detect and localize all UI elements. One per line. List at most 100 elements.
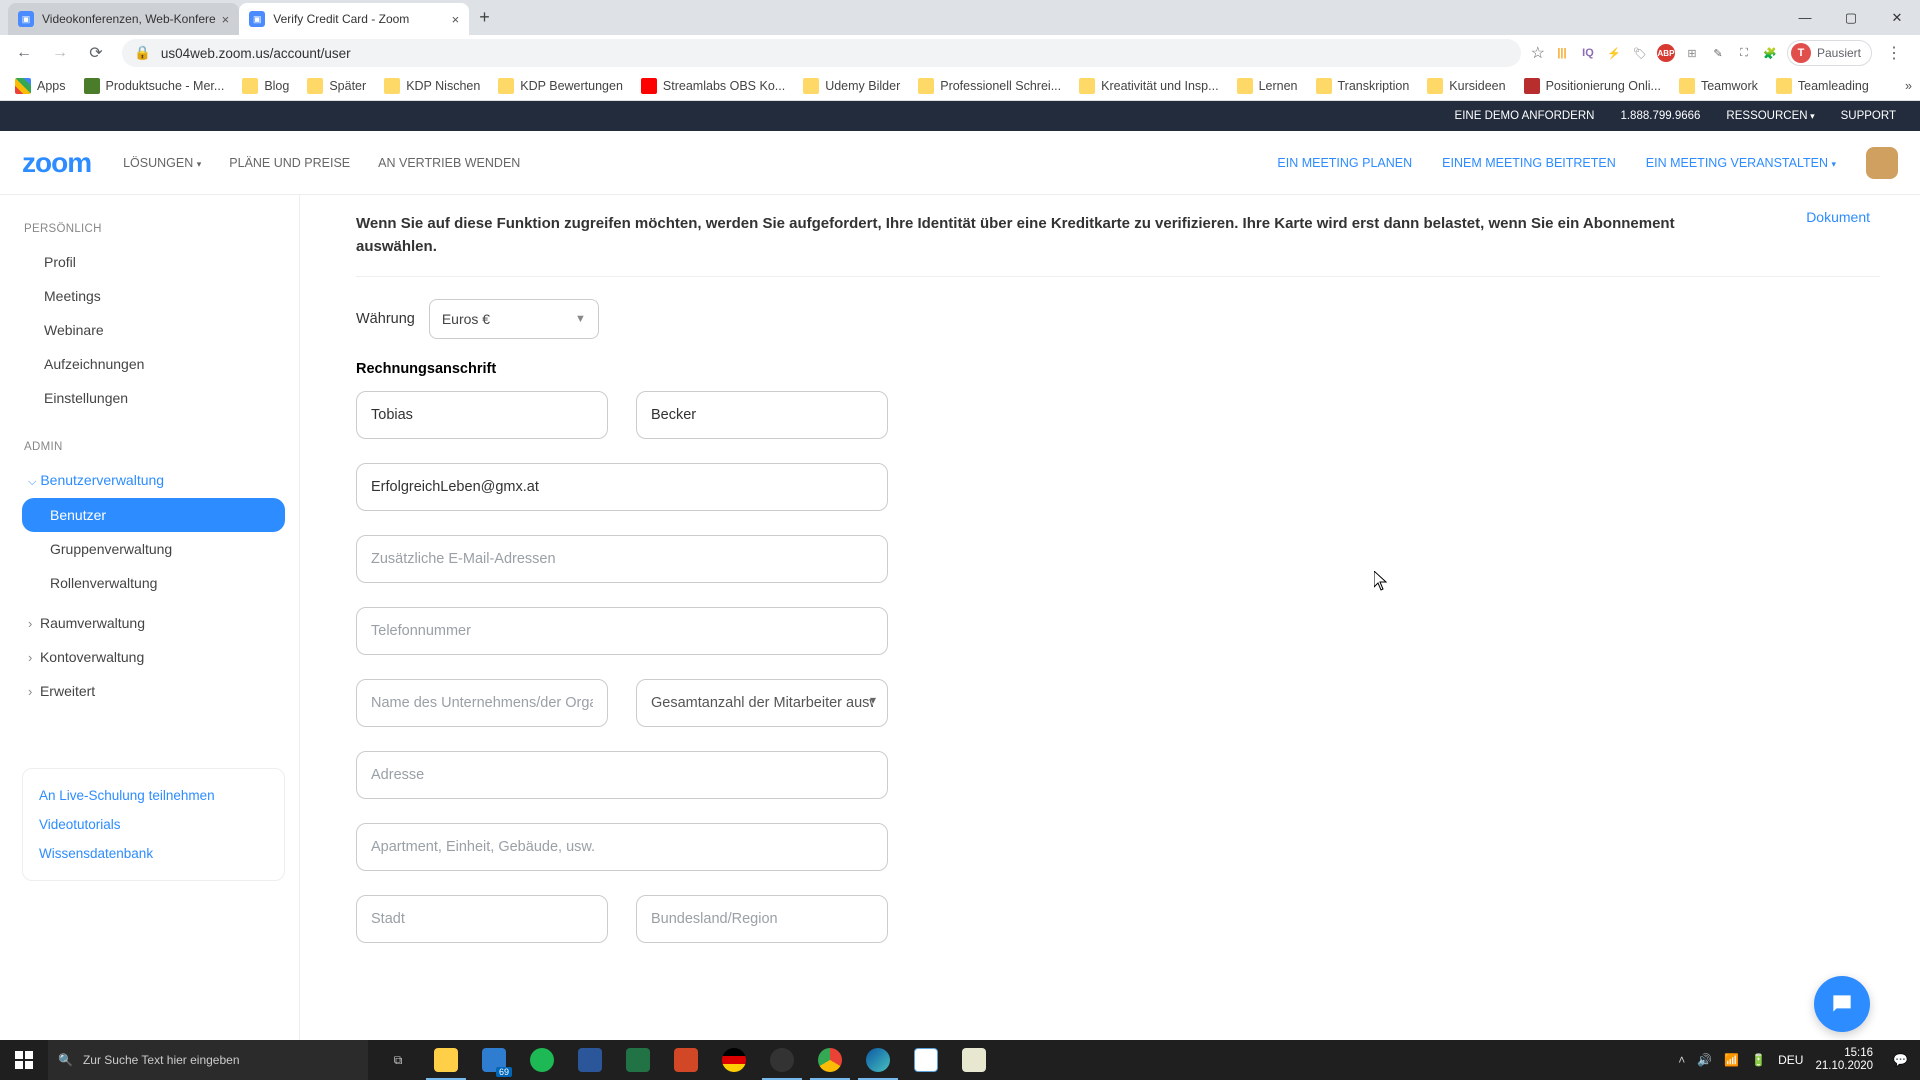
nav-host[interactable]: EIN MEETING VERANSTALTEN ▾ (1646, 156, 1836, 170)
taskbar-search[interactable]: 🔍 Zur Suche Text hier eingeben (48, 1040, 368, 1080)
taskbar-app-explorer[interactable] (422, 1040, 470, 1080)
close-icon[interactable]: × (222, 12, 230, 27)
last-name-input[interactable] (636, 391, 888, 439)
new-tab-button[interactable]: + (469, 7, 500, 28)
taskbar-app-obs[interactable] (758, 1040, 806, 1080)
ext-abp-icon[interactable]: ABP (1657, 44, 1675, 62)
close-icon[interactable]: × (452, 12, 460, 27)
taskbar-app-edge[interactable] (854, 1040, 902, 1080)
bookmark[interactable]: Professionell Schrei... (911, 78, 1068, 94)
taskbar-app-powerpoint[interactable] (662, 1040, 710, 1080)
support-link[interactable]: SUPPORT (1841, 110, 1896, 122)
bookmark[interactable]: Transkription (1309, 78, 1417, 94)
phone-link[interactable]: 1.888.799.9666 (1620, 110, 1700, 122)
taskbar-clock[interactable]: 15:16 21.10.2020 (1815, 1047, 1881, 1073)
document-link[interactable]: Dokument (1806, 209, 1870, 225)
ext-icon[interactable]: ⚡ (1605, 44, 1623, 62)
sidebar-item-user-management[interactable]: Benutzerverwaltung (22, 463, 285, 498)
tray-language[interactable]: DEU (1778, 1053, 1803, 1067)
tray-notifications-icon[interactable]: 💬 (1893, 1053, 1914, 1067)
window-minimize[interactable]: — (1782, 2, 1828, 34)
bookmark[interactable]: KDP Nischen (377, 78, 487, 94)
bookmark[interactable]: KDP Bewertungen (491, 78, 630, 94)
sidebar-item-settings[interactable]: Einstellungen (22, 381, 285, 415)
taskbar-app-chrome[interactable] (806, 1040, 854, 1080)
sidebar-item-groups[interactable]: Gruppenverwaltung (22, 532, 285, 566)
sidebar-link-videos[interactable]: Videotutorials (39, 810, 268, 839)
region-input[interactable] (636, 895, 888, 943)
bookmark[interactable]: Blog (235, 78, 296, 94)
resources-dropdown[interactable]: RESSOURCEN (1726, 110, 1814, 122)
task-view-button[interactable]: ⧉ (374, 1040, 422, 1080)
tray-battery-icon[interactable]: 🔋 (1751, 1053, 1766, 1067)
browser-tab-active[interactable]: ▣ Verify Credit Card - Zoom × (239, 3, 469, 35)
apartment-input[interactable] (356, 823, 888, 871)
nav-solutions[interactable]: LÖSUNGEN ▾ (123, 156, 201, 170)
sidebar-item-recordings[interactable]: Aufzeichnungen (22, 347, 285, 381)
bookmark-apps[interactable]: Apps (8, 78, 73, 94)
email-input[interactable] (356, 463, 888, 511)
address-input[interactable] (356, 751, 888, 799)
taskbar-app-notepad[interactable] (902, 1040, 950, 1080)
profile-badge[interactable]: T Pausiert (1787, 40, 1872, 66)
nav-plans[interactable]: PLÄNE UND PREISE (229, 156, 350, 170)
bookmarks-overflow[interactable]: » (1905, 79, 1912, 93)
sidebar-item-account[interactable]: Kontoverwaltung (22, 640, 285, 674)
taskbar-app[interactable] (950, 1040, 998, 1080)
nav-schedule[interactable]: EIN MEETING PLANEN (1277, 156, 1412, 170)
sidebar-item-profile[interactable]: Profil (22, 245, 285, 279)
taskbar-app-word[interactable] (566, 1040, 614, 1080)
star-icon[interactable]: ☆ (1531, 43, 1545, 63)
extra-email-input[interactable] (356, 535, 888, 583)
bookmark[interactable]: Produktsuche - Mer... (77, 78, 232, 94)
nav-sales[interactable]: AN VERTRIEB WENDEN (378, 156, 520, 170)
demo-link[interactable]: EINE DEMO ANFORDERN (1455, 110, 1595, 122)
bookmark[interactable]: Kreativität und Insp... (1072, 78, 1225, 94)
company-input[interactable] (356, 679, 608, 727)
sidebar-item-webinars[interactable]: Webinare (22, 313, 285, 347)
taskbar-app-mail[interactable]: 69 (470, 1040, 518, 1080)
bookmark[interactable]: Teamleading (1769, 78, 1876, 94)
ext-icon[interactable]: ⛶ (1735, 44, 1753, 62)
bookmark[interactable]: Später (300, 78, 373, 94)
extensions-icon[interactable]: 🧩 (1761, 44, 1779, 62)
ext-icon[interactable]: 🏷 (1631, 44, 1649, 62)
sidebar-item-users[interactable]: Benutzer (22, 498, 285, 532)
sidebar-item-meetings[interactable]: Meetings (22, 279, 285, 313)
zoom-logo[interactable]: zoom (22, 147, 91, 179)
phone-input[interactable] (356, 607, 888, 655)
bookmark[interactable]: Lernen (1230, 78, 1305, 94)
bookmark[interactable]: Streamlabs OBS Ko... (634, 78, 792, 94)
currency-select[interactable]: Euros € ▼ (429, 299, 599, 339)
ext-icon[interactable]: ||| (1553, 44, 1571, 62)
window-maximize[interactable]: ▢ (1828, 2, 1874, 34)
user-avatar[interactable] (1866, 147, 1898, 179)
sidebar-item-room[interactable]: Raumverwaltung (22, 606, 285, 640)
taskbar-app-spotify[interactable] (518, 1040, 566, 1080)
tray-chevron-up-icon[interactable]: ˄ (1678, 1053, 1685, 1067)
sidebar-item-roles[interactable]: Rollenverwaltung (22, 566, 285, 600)
sidebar-item-advanced[interactable]: Erweitert (22, 674, 285, 708)
nav-reload[interactable]: ⟳ (80, 37, 112, 69)
tray-volume-icon[interactable]: 🔊 (1697, 1053, 1712, 1067)
sidebar-link-training[interactable]: An Live-Schulung teilnehmen (39, 781, 268, 810)
sidebar-link-kb[interactable]: Wissensdatenbank (39, 839, 268, 868)
bookmark[interactable]: Udemy Bilder (796, 78, 907, 94)
start-button[interactable] (0, 1040, 48, 1080)
employees-select[interactable]: Gesamtanzahl der Mitarbeiter auswählen (636, 679, 888, 727)
nav-back[interactable]: ← (8, 37, 40, 69)
ext-icon[interactable]: ✎ (1709, 44, 1727, 62)
city-input[interactable] (356, 895, 608, 943)
chat-button[interactable] (1814, 976, 1870, 1032)
url-field[interactable]: 🔒 us04web.zoom.us/account/user (122, 39, 1521, 67)
nav-join[interactable]: EINEM MEETING BEITRETEN (1442, 156, 1616, 170)
menu-icon[interactable]: ⋮ (1880, 43, 1908, 63)
taskbar-app[interactable] (710, 1040, 758, 1080)
bookmark[interactable]: Positionierung Onli... (1517, 78, 1668, 94)
window-close[interactable]: ✕ (1874, 2, 1920, 34)
first-name-input[interactable] (356, 391, 608, 439)
tray-wifi-icon[interactable]: 📶 (1724, 1053, 1739, 1067)
ext-icon[interactable]: ⊞ (1683, 44, 1701, 62)
ext-iq-icon[interactable]: IQ (1579, 44, 1597, 62)
browser-tab[interactable]: ▣ Videokonferenzen, Web-Konfere × (8, 3, 239, 35)
